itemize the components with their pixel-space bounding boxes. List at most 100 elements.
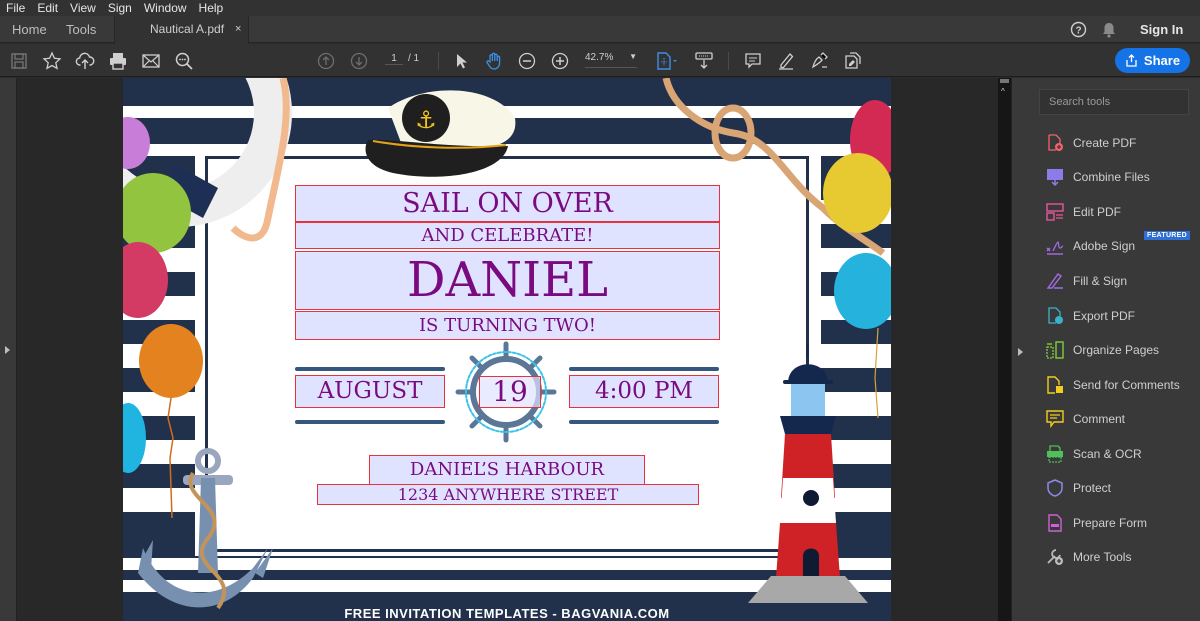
share-button[interactable]: Share <box>1115 48 1190 73</box>
balloon-icon <box>123 117 150 169</box>
share-icon <box>1126 54 1137 67</box>
divider-rule <box>569 420 719 424</box>
tool-adobe-sign[interactable]: Adobe Sign <box>1045 235 1135 257</box>
help-icon[interactable]: ? <box>1070 16 1087 43</box>
page-total: / 1 <box>408 53 420 64</box>
more-tools-icon <box>1045 547 1065 567</box>
fill-form-icon[interactable] <box>841 50 863 72</box>
toolbar-divider <box>438 52 439 70</box>
svg-text:⚓: ⚓ <box>415 107 437 134</box>
combine-files-icon <box>1045 167 1065 187</box>
vertical-scrollbar[interactable]: ^ <box>998 78 1011 621</box>
footer-credit: FREE INVITATION TEMPLATES - BAGVANIA.COM <box>344 606 670 621</box>
scroll-up-icon[interactable]: ^ <box>1001 87 1005 96</box>
sign-in-link[interactable]: Sign In <box>1140 16 1183 43</box>
tool-protect[interactable]: Protect <box>1045 477 1111 499</box>
menu-edit[interactable]: Edit <box>31 1 64 15</box>
svg-text:?: ? <box>1075 26 1081 37</box>
tool-edit-pdf[interactable]: Edit PDF <box>1045 201 1121 223</box>
next-page-icon[interactable] <box>348 50 370 72</box>
send-for-comments-icon <box>1045 375 1065 395</box>
balloon-icon <box>823 153 891 233</box>
text-field-headline[interactable]: SAIL ON OVER <box>295 185 720 222</box>
pdf-page: ⚓ SAIL ON OVER AND CELEBRATE! DANIEL IS … <box>123 78 891 621</box>
tool-organize-pages[interactable]: Organize Pages <box>1045 339 1159 361</box>
tool-scan-ocr[interactable]: Scan & OCR <box>1045 443 1142 465</box>
tool-send-for-comments[interactable]: Send for Comments <box>1045 374 1180 396</box>
text-field-venue[interactable]: DANIEL’S HARBOUR <box>369 455 645 485</box>
toolbar: 1 / 1 42.7% ▼ Share <box>0 44 1200 77</box>
comment-icon <box>1045 409 1065 429</box>
select-cursor-icon[interactable] <box>450 50 472 72</box>
tool-more-tools[interactable]: More Tools <box>1045 546 1131 568</box>
print-icon[interactable] <box>107 50 129 72</box>
search-text-icon[interactable] <box>173 50 195 72</box>
captain-hat-icon: ⚓ <box>365 90 516 177</box>
divider-rule <box>295 420 445 424</box>
text-field-age[interactable]: IS TURNING TWO! <box>295 311 720 340</box>
scan-ocr-icon <box>1045 444 1065 464</box>
protect-icon <box>1045 478 1065 498</box>
menu-bar: File Edit View Sign Window Help <box>0 0 1200 16</box>
text-field-time[interactable]: 4:00 PM <box>569 375 719 408</box>
scroll-grip[interactable] <box>1000 79 1009 83</box>
tool-prepare-form[interactable]: Prepare Form <box>1045 512 1147 534</box>
prepare-form-icon <box>1045 513 1065 533</box>
scroll-mode-icon[interactable] <box>693 50 715 72</box>
hand-tool-icon[interactable] <box>483 50 505 72</box>
tab-home[interactable]: Home <box>12 16 47 43</box>
expand-left-panel-icon[interactable] <box>5 346 10 354</box>
collapse-tools-pane-icon[interactable] <box>1018 348 1023 356</box>
tool-create-pdf[interactable]: Create PDF <box>1045 132 1136 154</box>
upload-cloud-icon[interactable] <box>74 50 96 72</box>
tab-tools[interactable]: Tools <box>66 16 96 43</box>
comment-tool-icon[interactable] <box>742 50 764 72</box>
close-tab-icon[interactable]: × <box>235 16 241 43</box>
previous-page-icon[interactable] <box>315 50 337 72</box>
text-field-address[interactable]: 1234 ANYWHERE STREET <box>317 484 699 505</box>
search-tools-input[interactable]: Search tools <box>1039 89 1189 115</box>
bookmark-star-icon[interactable] <box>41 50 63 72</box>
tool-comment[interactable]: Comment <box>1045 408 1125 430</box>
document-tab[interactable]: Nautical A.pdf × <box>114 16 249 44</box>
text-field-name[interactable]: DANIEL <box>295 251 720 310</box>
adobe-sign-icon <box>1045 236 1065 256</box>
document-tab-title: Nautical A.pdf <box>150 22 225 36</box>
sign-pen-icon[interactable] <box>808 50 830 72</box>
page-number-input[interactable]: 1 <box>385 53 403 65</box>
menu-file[interactable]: File <box>0 1 31 15</box>
balloon-icon <box>123 242 168 318</box>
edit-pdf-icon <box>1045 202 1065 222</box>
save-icon[interactable] <box>8 50 30 72</box>
zoom-level-dropdown[interactable]: 42.7% ▼ <box>585 52 637 68</box>
divider-rule <box>295 367 445 371</box>
email-icon[interactable] <box>140 50 162 72</box>
balloon-icon <box>834 253 891 329</box>
export-pdf-icon <box>1045 306 1065 326</box>
menu-view[interactable]: View <box>64 1 102 15</box>
share-label: Share <box>1143 53 1181 68</box>
text-field-subheadline[interactable]: AND CELEBRATE! <box>295 222 720 249</box>
organize-pages-icon <box>1045 340 1065 360</box>
fit-page-icon[interactable] <box>652 50 680 72</box>
tools-pane: Search tools Create PDF Combine Files Ed… <box>1028 78 1200 621</box>
tool-combine-files[interactable]: Combine Files <box>1045 166 1150 188</box>
create-pdf-icon <box>1045 133 1065 153</box>
tab-bar: Home Tools Nautical A.pdf × ? Sign In <box>0 16 1200 44</box>
notifications-bell-icon[interactable] <box>1102 16 1116 43</box>
tool-export-pdf[interactable]: Export PDF <box>1045 305 1135 327</box>
anchor-icon <box>138 448 273 610</box>
menu-sign[interactable]: Sign <box>102 1 138 15</box>
highlight-pen-icon[interactable] <box>775 50 797 72</box>
menu-help[interactable]: Help <box>193 1 230 15</box>
text-field-month[interactable]: AUGUST <box>295 375 445 408</box>
text-field-day[interactable]: 19 <box>479 376 541 408</box>
zoom-in-icon[interactable] <box>549 50 571 72</box>
zoom-out-icon[interactable] <box>516 50 538 72</box>
fill-sign-icon <box>1045 271 1065 291</box>
tool-fill-sign[interactable]: Fill & Sign <box>1045 270 1127 292</box>
zoom-level-value: 42.7% <box>585 52 614 63</box>
menu-window[interactable]: Window <box>138 1 193 15</box>
divider-rule <box>569 367 719 371</box>
decorations: ⚓ <box>123 78 891 610</box>
